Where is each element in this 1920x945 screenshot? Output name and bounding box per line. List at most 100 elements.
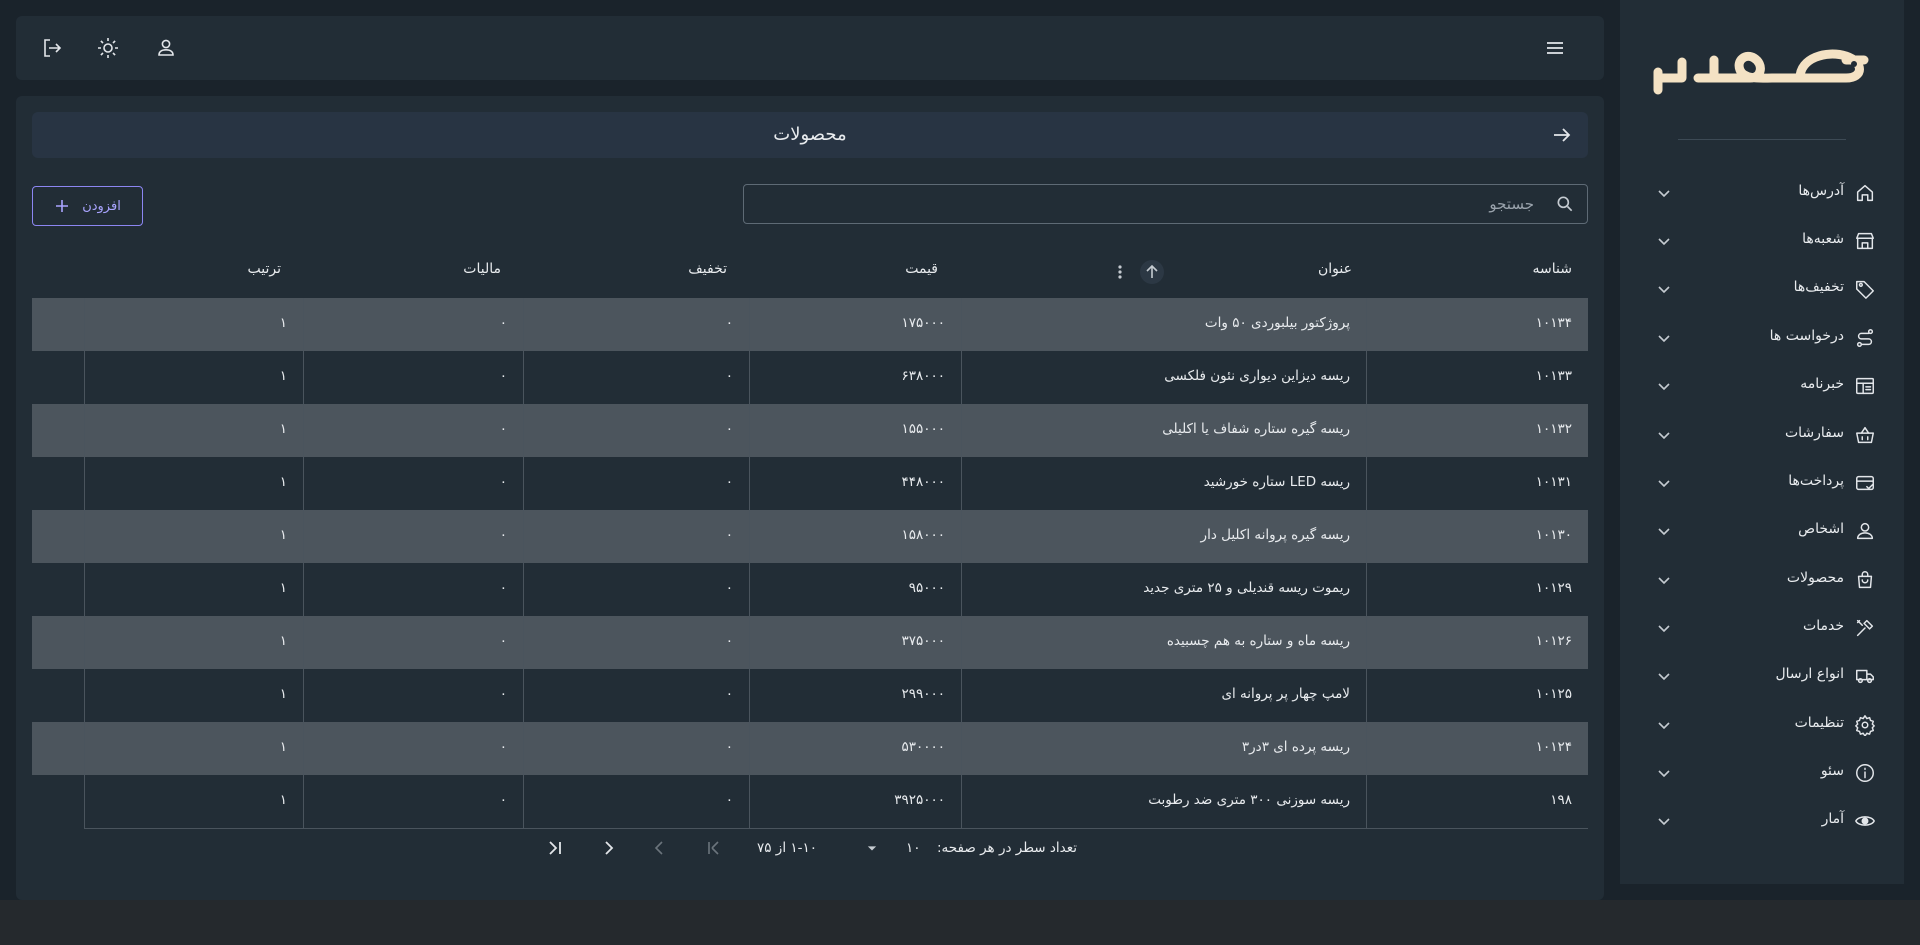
- plus-icon: [56, 200, 69, 212]
- theme-toggle-button[interactable]: [96, 36, 120, 60]
- info-icon: [1854, 762, 1876, 784]
- cell-id: ۱۰۱۲۶: [1366, 616, 1588, 669]
- sidebar-item[interactable]: انواع ارسال: [1620, 654, 1904, 698]
- brand-logo[interactable]: [1650, 38, 1880, 100]
- search-icon: [1557, 196, 1573, 212]
- cell-tax-text: ۰: [499, 580, 507, 596]
- cell-tax-text: ۰: [499, 633, 507, 649]
- table-row[interactable]: ۱۰۱۳۲ ریسه گیره ستاره شفاف یا اکلیلی ۱۵۵۰۰…: [32, 404, 1588, 457]
- column-header-discount[interactable]: تخفیف: [688, 261, 727, 277]
- table-row[interactable]: ۱۰۱۳۱ ریسه LED ستاره خورشید ۴۴۸۰۰۰ ۰ ۰ ۱: [32, 457, 1588, 510]
- cell-id-text: ۱۰۱۳۳: [1535, 368, 1572, 384]
- sort-button[interactable]: [1140, 260, 1164, 284]
- eye-icon: [1854, 810, 1876, 832]
- cell-price: ۶۳۸۰۰۰: [749, 351, 961, 404]
- sidebar-item[interactable]: پرداخت‌ها: [1620, 461, 1904, 505]
- cell-id-text: ۱۰۱۲۹: [1535, 580, 1572, 596]
- cell-id: ۱۰۱۳۰: [1366, 510, 1588, 563]
- cell-tax-text: ۰: [499, 686, 507, 702]
- hamburger-icon: [1547, 42, 1563, 54]
- rows-per-page-label: تعداد سطر در هر صفحه:: [937, 840, 1078, 856]
- table-row[interactable]: ۱۰۱۳۳ ریسه دیزاین دیواری نئون فلکسی ۶۳۸۰۰۰…: [32, 351, 1588, 404]
- cell-tax: ۰: [303, 404, 523, 457]
- logout-icon: [44, 39, 62, 57]
- sidebar-item-label: آدرس‌ها: [1798, 183, 1844, 199]
- cell-price-text: ۹۵۰۰۰: [908, 580, 945, 596]
- back-button[interactable]: [1550, 123, 1574, 147]
- sidebar-item[interactable]: شعبه‌ها: [1620, 219, 1904, 263]
- table-row[interactable]: ۱۰۱۲۹ ریموت ریسه قندیلی و ۲۵ متری جدید ۹۵۰…: [32, 563, 1588, 616]
- arrow-right-icon: [1554, 128, 1571, 142]
- table-row[interactable]: ۱۹۸ ریسه سوزنی ۳۰۰ متری ضد رطوبت ۳۹۲۵۰۰۰ ۰ ۰…: [32, 775, 1588, 828]
- cell-discount-text: ۰: [725, 792, 733, 808]
- chevron-down-icon: [1658, 432, 1670, 440]
- sidebar-item[interactable]: تنظیمات: [1620, 703, 1904, 747]
- hamburger-menu-button[interactable]: [1543, 36, 1567, 60]
- cell-order: ۱: [84, 510, 303, 563]
- cell-discount-text: ۰: [725, 686, 733, 702]
- chevron-down-icon: [1658, 238, 1670, 246]
- sidebar-item-label: پرداخت‌ها: [1788, 473, 1844, 489]
- cell-discount-text: ۰: [725, 527, 733, 543]
- cell-discount: ۰: [523, 563, 749, 616]
- sidebar-item[interactable]: تخفیف‌ها: [1620, 267, 1904, 311]
- cell-id-text: ۱۰۱۲۵: [1535, 686, 1572, 702]
- table-row[interactable]: ۱۰۱۲۵ لامپ چهار پر پروانه ای ۲۹۹۰۰۰ ۰ ۰ ۱: [32, 669, 1588, 722]
- add-product-button[interactable]: افزودن: [32, 186, 143, 226]
- column-header-order[interactable]: ترتیب: [248, 261, 282, 277]
- column-menu-button[interactable]: [1110, 260, 1130, 284]
- rows-per-page-value: ۱۰: [906, 840, 921, 856]
- cell-title-text: پروژکتور بیلبوردی ۵۰ وات: [1204, 315, 1350, 331]
- profile-button[interactable]: [154, 36, 178, 60]
- sidebar-item[interactable]: خبرنامه: [1620, 364, 1904, 408]
- search-input[interactable]: [754, 185, 1534, 223]
- cell-title-text: ریسه گیره ستاره شفاف یا اکلیلی: [1162, 421, 1350, 437]
- table-row[interactable]: ۱۰۱۲۶ ریسه ماه و ستاره به هم چسبیده ۳۷۵۰۰۰…: [32, 616, 1588, 669]
- chevron-down-icon: [1658, 190, 1670, 198]
- sidebar-item[interactable]: خدمات: [1620, 606, 1904, 650]
- cell-discount-text: ۰: [725, 739, 733, 755]
- column-header-tax[interactable]: مالیات: [463, 261, 501, 277]
- cell-order: ۱: [84, 404, 303, 457]
- cell-price: ۱۷۵۰۰۰: [749, 298, 961, 351]
- cell-tax: ۰: [303, 563, 523, 616]
- cell-title-text: ریسه سوزنی ۳۰۰ متری ضد رطوبت: [1148, 792, 1350, 808]
- next-page-button[interactable]: [596, 836, 620, 860]
- table-row[interactable]: ۱۰۱۳۴ پروژکتور بیلبوردی ۵۰ وات ۱۷۵۰۰۰ ۰ ۰ ۱: [32, 298, 1588, 351]
- column-header-title[interactable]: عنوان: [1318, 261, 1352, 277]
- store-icon: [1854, 230, 1876, 252]
- cell-id: ۱۰۱۲۹: [1366, 563, 1588, 616]
- tools-icon: [1854, 617, 1876, 639]
- rows-per-page-select[interactable]: ۱۰: [867, 836, 936, 860]
- last-page-button[interactable]: [544, 836, 568, 860]
- cell-id: ۱۰۱۲۵: [1366, 669, 1588, 722]
- logout-button[interactable]: [40, 36, 64, 60]
- column-header-id[interactable]: شناسه: [1533, 261, 1572, 277]
- table-row[interactable]: ۱۰۱۲۴ ریسه پرده ای ۳در۳ ۵۳۰۰۰۰ ۰ ۰ ۱: [32, 722, 1588, 775]
- cell-discount-text: ۰: [725, 633, 733, 649]
- cell-title: ریسه LED ستاره خورشید: [961, 457, 1366, 510]
- sidebar-item[interactable]: آدرس‌ها: [1620, 171, 1904, 215]
- previous-page-button[interactable]: [648, 836, 672, 860]
- cell-title: ریسه گیره ستاره شفاف یا اکلیلی: [961, 404, 1366, 457]
- sidebar-item[interactable]: درخواست ها: [1620, 316, 1904, 360]
- person-icon: [1854, 520, 1876, 542]
- cell-order-text: ۱: [279, 739, 287, 755]
- sidebar-item[interactable]: محصولات: [1620, 558, 1904, 602]
- sidebar-item[interactable]: اشخاص: [1620, 509, 1904, 553]
- cell-title: ریسه پرده ای ۳در۳: [961, 722, 1366, 775]
- cell-title-text: ریسه ماه و ستاره به هم چسبیده: [1166, 633, 1350, 649]
- column-header-price[interactable]: قیمت: [905, 261, 938, 277]
- cell-id-text: ۱۰۱۲۴: [1535, 739, 1572, 755]
- cell-tax: ۰: [303, 510, 523, 563]
- sidebar-item[interactable]: سفارشات: [1620, 413, 1904, 457]
- chevron-left-icon: [654, 841, 663, 855]
- first-page-button[interactable]: [700, 836, 724, 860]
- sidebar-item[interactable]: آمار: [1620, 799, 1904, 843]
- sidebar-item[interactable]: سئو: [1620, 751, 1904, 795]
- cell-price-text: ۱۵۵۰۰۰: [901, 421, 945, 437]
- search-field[interactable]: [743, 184, 1588, 224]
- cell-price-text: ۶۳۸۰۰۰: [901, 368, 945, 384]
- last-page-icon: [549, 841, 561, 855]
- table-row[interactable]: ۱۰۱۳۰ ریسه گیره پروانه اکلیل دار ۱۵۸۰۰۰ ۰ ۰ ۱: [32, 510, 1588, 563]
